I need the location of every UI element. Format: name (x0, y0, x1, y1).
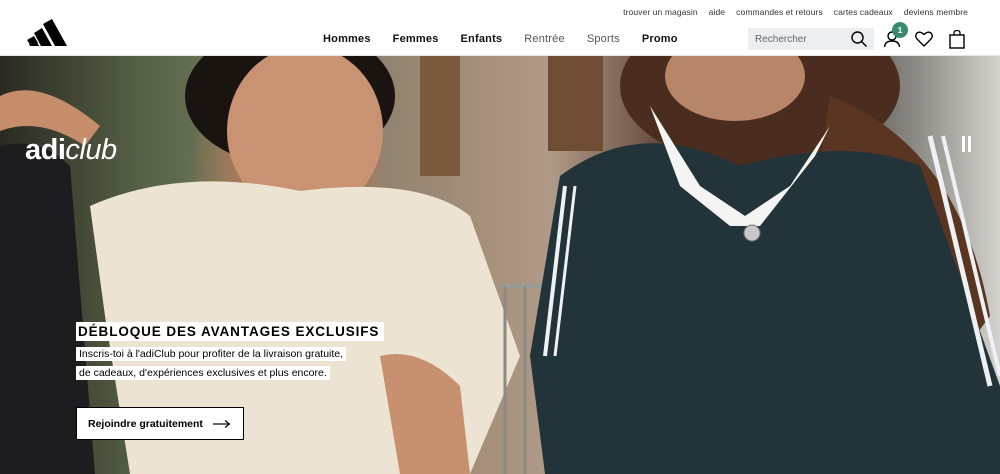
wishlist-heart-icon[interactable] (914, 29, 934, 49)
nav-item-rentree[interactable]: Rentrée (524, 33, 565, 45)
adiclub-wordmark: adiclub (25, 134, 117, 167)
nav-item-enfants[interactable]: Enfants (461, 33, 503, 45)
page: trouver un magasin aide commandes et ret… (0, 0, 1000, 474)
util-link-become-member[interactable]: deviens membre (904, 7, 968, 17)
adiclub-wordmark-italic: club (65, 134, 117, 166)
util-link-store-locator[interactable]: trouver un magasin (623, 7, 698, 17)
search-box (748, 28, 874, 50)
adidas-logo-icon[interactable] (27, 16, 73, 46)
main-nav: Hommes Femmes Enfants Rentrée Sports Pro… (323, 33, 700, 45)
hero-headline: DÉBLOQUE DES AVANTAGES EXCLUSIFS (76, 322, 385, 341)
nav-item-hommes[interactable]: Hommes (323, 33, 371, 45)
account-badge: 1 (892, 22, 908, 38)
join-free-button[interactable]: Rejoindre gratuitement (76, 407, 244, 440)
search-input[interactable] (748, 28, 848, 50)
nav-item-femmes[interactable]: Femmes (393, 33, 439, 45)
site-header: trouver un magasin aide commandes et ret… (0, 0, 1000, 56)
shopping-bag-icon[interactable] (947, 29, 967, 49)
search-icon[interactable] (850, 30, 868, 48)
nav-item-promo[interactable]: Promo (642, 33, 678, 45)
pause-icon[interactable] (962, 136, 974, 154)
arrow-right-icon (212, 419, 231, 428)
hero-body-text: Inscris-toi à l'adiClub pour profiter de… (76, 345, 347, 382)
utility-nav: trouver un magasin aide commandes et ret… (612, 7, 968, 17)
adiclub-wordmark-bold: adi (25, 134, 66, 166)
join-free-button-label: Rejoindre gratuitement (88, 417, 203, 430)
hero-banner[interactable]: adiclub DÉBLOQUE DES AVANTAGES EXCLUSIFS… (0, 56, 1000, 474)
hero-body: Inscris-toi à l'adiClub pour profiter de… (76, 347, 347, 380)
util-link-gift-cards[interactable]: cartes cadeaux (834, 7, 893, 17)
util-link-help[interactable]: aide (709, 7, 725, 17)
nav-item-sports[interactable]: Sports (587, 33, 620, 45)
util-link-orders-returns[interactable]: commandes et retours (736, 7, 823, 17)
